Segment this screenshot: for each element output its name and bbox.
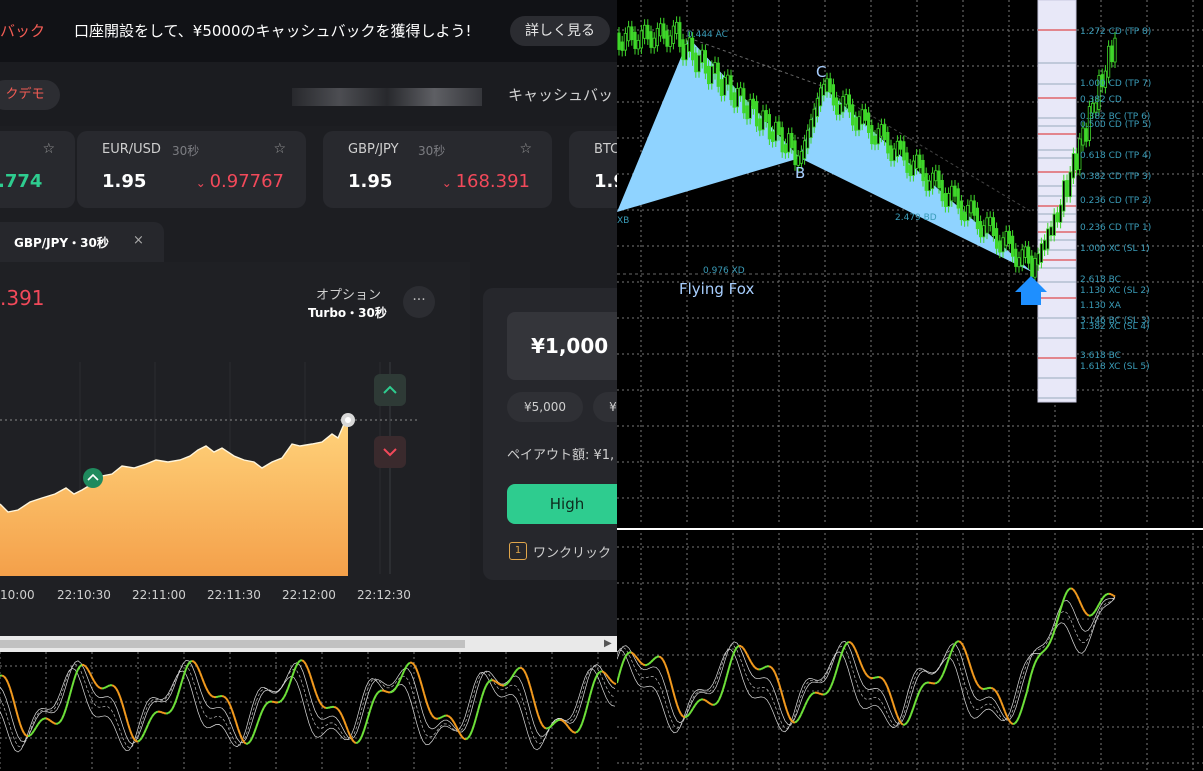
one-click-label[interactable]: ワンクリック [533,542,611,561]
asset-card[interactable]: EUR/USD 30秒 ☆ 1.95 ⌄ 0.97767 [77,131,306,208]
one-click-icon[interactable]: 1 [509,542,527,560]
chevron-down-icon: ⌄ [441,176,456,190]
point-c-label: C [816,63,827,81]
trading-platform: バック 口座開設をして、¥5000のキャッシュバックを獲得しよう! 詳しく見る … [0,0,617,652]
pattern-name: Flying Fox [679,280,755,298]
fib-level-label: 2.618 BC [1080,275,1121,285]
chevron-up-icon[interactable] [374,374,406,406]
promo-left-text: バック [0,22,46,40]
xd-ratio: 0.976 XD [703,266,745,276]
amount-input[interactable]: ¥1,000 [507,312,617,380]
fib-level-label: 1.130 XA [1080,301,1121,311]
scroll-right-icon[interactable]: ▶ [604,638,612,649]
tab-gbpjpy[interactable]: GBP/JPY・30秒 × [0,222,164,262]
demo-badge[interactable]: クデモ [0,80,60,110]
fib-level-label: 1.272 CD (TP 8) [1080,27,1152,37]
card-pair: GBP/JPY [348,142,399,157]
fib-level-label: 0.382 CD [1080,95,1122,105]
scrollbar-thumb[interactable] [0,640,465,648]
star-icon[interactable]: ☆ [42,141,55,157]
star-icon[interactable]: ☆ [273,141,286,157]
chevron-down-icon: ⌄ [195,176,210,190]
point-b-label: B [795,164,806,182]
promo-text: 口座開設をして、¥5000のキャッシュバックを獲得しよう! [74,22,472,40]
fib-level-label: 0.236 CD (TP 2) [1080,196,1152,206]
fib-level-label: 0.382 CD (TP 3) [1080,172,1152,182]
card-price: ⌄ 168.391 [442,171,530,192]
fib-level-label: 1.000 CD (TP 7) [1080,79,1152,89]
time-tick: 22:10:30 [57,588,111,602]
card-price: ⌄ 0.97767 [196,171,284,192]
indicator-separator [617,528,1203,530]
oscillator-left [0,652,617,771]
asset-card[interactable]: BTC 1.9 [569,131,617,208]
details-button[interactable]: 詳しく見る [510,16,610,46]
amount-chip[interactable]: ¥ [593,392,617,422]
card-pair: EUR/USD [102,142,161,157]
fib-level-label: 3.618 BC [1080,351,1121,361]
amount-value: ¥1,000 [531,334,609,358]
fib-level-label: 1.618 XC (SL 5) [1080,362,1150,372]
card-payout: 1.95 [102,171,147,192]
card-timeframe: 30秒 [418,144,446,158]
promo-banner: バック 口座開設をして、¥5000のキャッシュバックを獲得しよう! 詳しく見る [0,0,617,62]
time-tick: 10:00 [0,588,35,602]
card-pair: BTC [594,142,617,157]
close-icon[interactable]: × [133,233,144,248]
tab-label: GBP/JPY・30秒 [14,236,109,250]
fib-level-label: 1.000 XC (SL 1) [1080,244,1150,254]
price-chart[interactable]: .391 オプション Turbo・30秒 ··· 10:00 22:10:30 … [0,262,470,652]
blurred-account-info [292,88,482,106]
ac-ratio: 0.444 AC [687,30,728,40]
fib-level-label: 0.236 CD (TP 1) [1080,223,1152,233]
card-price-value: 0.97767 [209,171,284,192]
high-button[interactable]: High [507,484,617,524]
fib-level-label: 0.618 CD (TP 4) [1080,151,1152,161]
bd-ratio: 2.479 BD [895,213,937,223]
cashback-link[interactable]: キャッシュバッ [508,84,613,105]
star-icon[interactable]: ☆ [519,141,532,157]
oscillator-right [617,533,1203,771]
time-tick: 22:11:30 [207,588,261,602]
mt4-chart[interactable]: Flying Fox B C 0.976 XD 2.479 BD 0.444 A… [617,0,1203,525]
time-tick: 22:11:00 [132,588,186,602]
xb-ratio: XB [617,216,630,226]
chevron-down-icon[interactable] [374,436,406,468]
card-payout: 1.95 [348,171,393,192]
fib-level-label: 1.382 XC (SL 4) [1080,322,1150,332]
trade-panel: ¥1,000 ¥5,000 ¥ ペイアウト額: ¥1, High 1 ワンクリッ… [483,288,617,580]
card-payout: 1.9 [594,171,617,192]
fib-level-label: 1.130 XC (SL 2) [1080,286,1150,296]
card-payout: .774 [0,171,43,192]
area-chart [0,362,420,576]
asset-card[interactable]: GBP/JPY 30秒 ☆ 1.95 ⌄ 168.391 [323,131,552,208]
fib-level-label: 0.500 CD (TP 5) [1080,120,1152,130]
entry-marker [83,468,103,488]
card-timeframe: 30秒 [172,144,200,158]
amount-chip[interactable]: ¥5,000 [507,392,583,422]
time-tick: 22:12:30 [357,588,411,602]
card-price-value: 168.391 [455,171,530,192]
payout-label: ペイアウト額: ¥1, [507,448,615,463]
asset-card[interactable]: ☆ .774 [0,131,75,208]
time-tick: 22:12:00 [282,588,336,602]
